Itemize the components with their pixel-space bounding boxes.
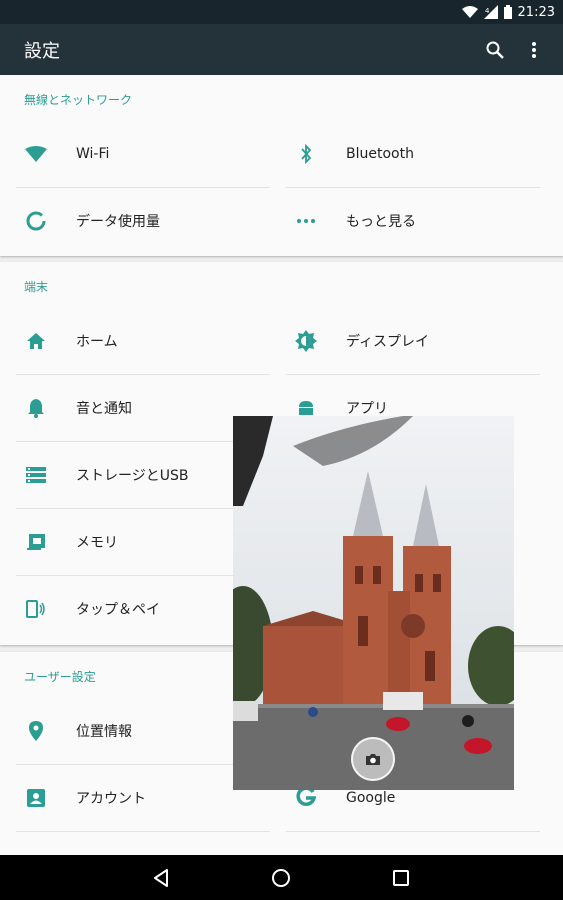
recents-icon <box>393 870 409 886</box>
search-button[interactable] <box>481 36 509 64</box>
section-title-user: ユーザー設定 <box>24 670 96 684</box>
divider <box>286 831 540 832</box>
settings-item-bluetooth[interactable]: Bluetooth <box>286 121 540 187</box>
settings-item-label: 音と通知 <box>76 401 132 417</box>
settings-item-more[interactable]: もっと見る <box>286 188 540 254</box>
tap-pay-icon <box>24 597 48 621</box>
settings-item-sound[interactable]: 音と通知 <box>16 375 270 441</box>
status-time: 21:23 <box>517 4 555 20</box>
more-horiz-icon <box>294 209 318 233</box>
settings-item-label: 位置情報 <box>76 724 132 740</box>
settings-item-memory[interactable]: メモリ <box>16 509 270 575</box>
app-bar: 設定 <box>0 24 563 75</box>
divider <box>16 831 270 832</box>
settings-item-label: Bluetooth <box>346 146 414 162</box>
network-section: 無線とネットワーク Wi-Fi Bluetooth データ使用量 もっと見る <box>0 75 563 256</box>
settings-item-storage[interactable]: ストレージとUSB <box>16 442 270 508</box>
wifi-icon <box>24 142 48 166</box>
memory-icon <box>24 530 48 554</box>
navigation-bar <box>0 855 563 900</box>
settings-item-label: データ使用量 <box>76 214 160 230</box>
camera-preview-image <box>233 416 514 790</box>
settings-item-label: メモリ <box>76 535 118 551</box>
battery-icon <box>503 5 512 19</box>
svg-text:4: 4 <box>485 7 490 15</box>
settings-item-location[interactable]: 位置情報 <box>16 698 270 764</box>
section-title-network: 無線とネットワーク <box>24 93 133 107</box>
settings-item-tap-pay[interactable]: タップ＆ペイ <box>16 576 270 642</box>
recents-button[interactable] <box>388 865 414 891</box>
settings-item-label: もっと見る <box>346 214 416 230</box>
settings-item-label: Wi-Fi <box>76 146 110 162</box>
settings-item-display[interactable]: ディスプレイ <box>286 308 540 374</box>
storage-icon <box>24 463 48 487</box>
camera-icon <box>366 753 380 765</box>
settings-item-data-usage[interactable]: データ使用量 <box>16 188 270 254</box>
camera-preview-overlay[interactable] <box>233 416 514 790</box>
section-title-device: 端末 <box>24 280 49 294</box>
settings-item-label: ディスプレイ <box>346 334 430 350</box>
brightness-icon <box>294 329 318 353</box>
wifi-signal-icon <box>461 5 478 18</box>
cell-signal-icon: 4 <box>483 5 498 19</box>
settings-item-label: アプリ <box>346 401 388 417</box>
settings-item-label: アカウント <box>76 791 146 807</box>
settings-item-account[interactable]: アカウント <box>16 765 270 831</box>
page-title: 設定 <box>24 40 60 62</box>
back-button[interactable] <box>148 865 174 891</box>
more-vert-icon <box>532 42 536 58</box>
overflow-menu-button[interactable] <box>520 36 548 64</box>
settings-item-home[interactable]: ホーム <box>16 308 270 374</box>
home-circle-icon <box>272 869 290 887</box>
status-bar: 4 21:23 <box>0 0 563 24</box>
search-icon <box>486 41 504 59</box>
settings-item-wifi[interactable]: Wi-Fi <box>16 121 270 187</box>
settings-item-label: Google <box>346 790 396 806</box>
account-icon <box>24 786 48 810</box>
home-icon <box>24 329 48 353</box>
bluetooth-icon <box>294 142 318 166</box>
settings-item-label: ホーム <box>76 334 118 350</box>
camera-shutter-button[interactable] <box>351 737 395 781</box>
settings-item-label: タップ＆ペイ <box>76 602 160 618</box>
location-icon <box>24 719 48 743</box>
data-usage-icon <box>24 209 48 233</box>
home-button[interactable] <box>268 865 294 891</box>
settings-item-label: ストレージとUSB <box>76 468 189 484</box>
back-icon <box>154 869 168 887</box>
bell-icon <box>24 396 48 420</box>
